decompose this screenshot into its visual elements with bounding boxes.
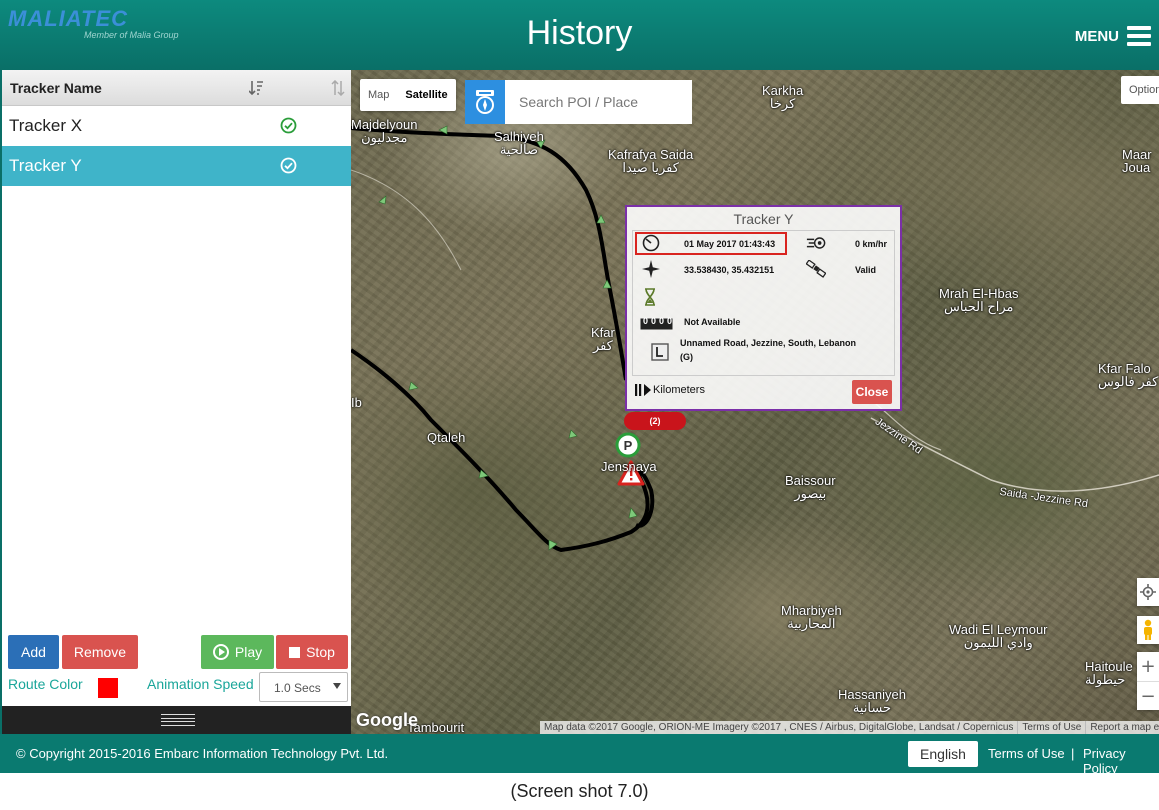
odometer-digits: 0000 [643,316,676,326]
tracker-info-popup: Tracker Y 01 May 2017 01:43:43 0 km/hr 3… [625,205,902,411]
place-label: Mharbiyeh المحاربية [781,603,842,631]
place-label: Maar Joua [1122,147,1152,175]
play-button[interactable]: Play [201,635,274,669]
sort-toggle-icon[interactable] [331,80,345,96]
poi-search-button[interactable] [465,80,505,124]
zoom-control: + − [1137,652,1159,710]
speed-icon [806,237,826,249]
speedometer-clock-icon [642,234,660,252]
parking-marker: P [615,432,641,458]
map-data-credit: Map data ©2017 Google, ORION-ME Imagery … [540,721,1019,734]
google-logo: Google [356,710,418,730]
popup-title: Tracker Y [733,211,794,227]
tracker-row-selected[interactable]: Tracker Y [2,146,351,186]
panel-resize-handle[interactable] [2,706,351,734]
satellite-icon [806,260,826,278]
svg-text:P: P [624,438,633,453]
route-path [351,126,628,381]
menu-button[interactable]: MENU [1075,26,1151,46]
tracker-name-column[interactable]: Tracker Name [10,80,102,96]
place-label: Wadi El Leymour وادي الليمون [949,622,1048,650]
popup-coordinates: 33.538430, 35.432151 [684,265,775,275]
sort-desc-icon[interactable] [249,80,263,96]
satellite-map[interactable]: P Karkha كرخا Majdelyoun مجدليون Salhiyeh ص… [351,70,1159,734]
popup-speed: 0 km/hr [855,239,888,249]
popup-details: 01 May 2017 01:43:43 0 km/hr 33.538430, … [632,230,895,376]
animation-speed-label: Animation Speed [147,676,254,692]
stop-button[interactable]: Stop [276,635,348,669]
my-location-icon[interactable] [1137,578,1159,606]
popup-close-button[interactable]: Close [852,380,892,404]
place-label: Haitoule حيطولة [1085,659,1133,687]
route-color-swatch[interactable] [98,678,118,698]
grip-lines-icon [161,714,195,726]
route-path [351,348,655,553]
place-label: Kfar كفر [591,325,615,353]
place-label: Baissour بيصور [785,473,836,501]
hamburger-icon [1127,26,1151,46]
check-circle-icon[interactable] [280,117,297,134]
cluster-count-badge[interactable]: (2) [624,412,686,430]
add-button[interactable]: Add [8,635,59,669]
copyright-text: © Copyright 2015-2016 Embarc Information… [16,746,389,761]
tracker-name: Tracker X [9,116,83,135]
animation-speed-select[interactable]: 1.0 Secs [259,672,348,702]
tracker-panel: Tracker Name Tracker X Tracker Y Add Rem… [0,70,351,734]
unit-toggle[interactable]: Kilometers [635,384,705,396]
options-button[interactable]: Option [1121,76,1159,104]
check-circle-icon[interactable] [280,157,297,174]
page-title: History [526,14,633,52]
tracker-list-header: Tracker Name [2,70,351,106]
street-view-pegman-icon[interactable] [1137,616,1159,644]
place-label: Kfar Falo كفر فالوس [1098,361,1159,389]
route-color-label: Route Color [8,676,83,692]
map-type-map[interactable]: Map [360,79,397,111]
poi-compass-icon [476,90,494,114]
popup-odometer-status: Not Available [684,317,741,327]
hourglass-icon [645,288,655,306]
zoom-in-button[interactable]: + [1137,652,1159,681]
stop-label: Stop [306,644,335,660]
place-label: Majdelyoun مجدليون [351,117,418,145]
unit-label: Kilometers [653,384,705,396]
remove-button[interactable]: Remove [62,635,138,669]
poi-search-input[interactable]: Search POI / Place [505,80,692,124]
place-label: Kafrafya Saida كفريا صيدا [608,147,694,175]
pause-play-icon [635,384,651,396]
play-label: Play [234,644,263,660]
play-icon [212,644,229,660]
app-footer: © Copyright 2015-2016 Embarc Information… [0,734,1159,776]
place-label: Jensnaya [601,459,657,474]
screenshot-caption: (Screen shot 7.0) [510,781,649,801]
tracker-row[interactable]: Tracker X [2,106,351,146]
tracker-name: Tracker Y [9,156,82,175]
map-terms-link[interactable]: Terms of Use [1018,721,1087,734]
map-type-satellite[interactable]: Satellite [397,79,455,111]
language-select[interactable]: English [908,741,978,767]
privacy-policy-link[interactable]: Privacy Policy [1083,746,1159,776]
location-type-icon [651,343,669,361]
terms-of-use-link[interactable]: Terms of Use [988,746,1065,761]
place-label: Mrah El-Hbas مراح الحباس [939,286,1019,314]
place-label: Hassaniyeh حسانية [838,687,906,715]
place-label: Ib [351,395,362,410]
popup-datetime: 01 May 2017 01:43:43 [684,239,776,249]
place-label: Karkha كرخا [762,83,804,111]
compass-rose-icon [642,260,660,278]
menu-label: MENU [1074,27,1119,45]
map-type-control: Map Satellite [360,79,456,111]
dropdown-arrow-icon [333,683,341,689]
animation-speed-value: 1.0 Secs [274,681,321,695]
footer-separator: | [1071,746,1075,761]
popup-gps-status: Valid [855,265,877,275]
report-map-error-link[interactable]: Report a map er [1086,721,1159,734]
zoom-out-button[interactable]: − [1137,681,1159,710]
map-attribution: Map data ©2017 Google, ORION-ME Imagery … [540,721,1159,734]
place-label: Qtaleh [427,430,466,445]
app-header: MALIATEC Member of Malia Group History M… [0,0,1159,70]
popup-address: Unnamed Road, Jezzine, South, Lebanon (G… [680,338,857,362]
place-label: Salhiyeh صالحية [494,129,544,157]
stop-icon [289,646,301,658]
